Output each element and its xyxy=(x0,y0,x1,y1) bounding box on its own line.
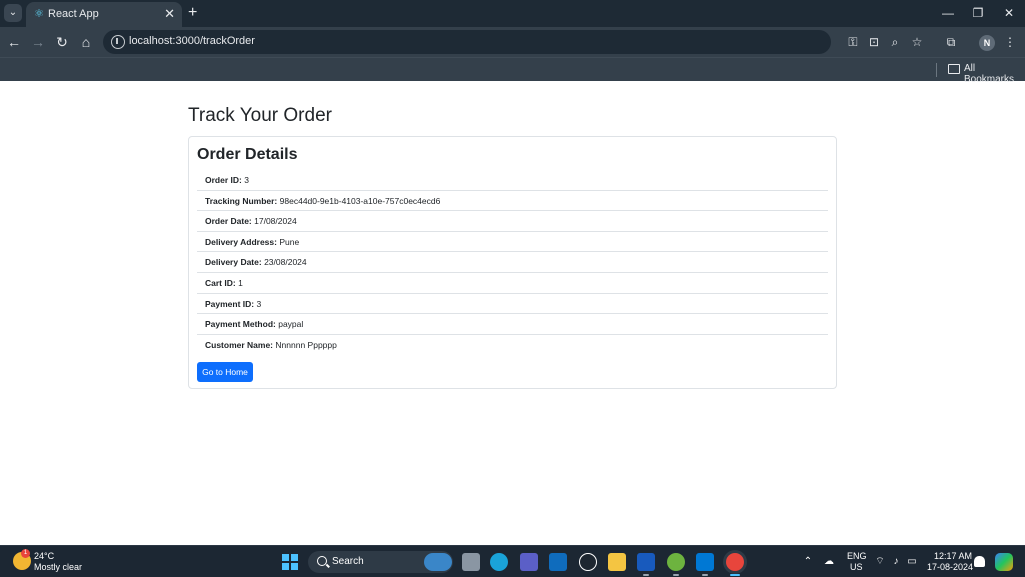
bookmarks-bar: All Bookmarks xyxy=(0,57,1025,85)
language-indicator[interactable]: ENG xyxy=(847,551,867,561)
microsoft-store-icon[interactable] xyxy=(549,553,567,571)
weather-description[interactable]: Mostly clear xyxy=(34,562,82,572)
chrome-icon[interactable] xyxy=(726,553,744,571)
detail-row-order-date: Order Date: 17/08/2024 xyxy=(197,211,828,232)
spring-running-indicator xyxy=(673,574,679,576)
tab-react-app[interactable]: ⚛ React App ✕ xyxy=(26,2,182,27)
minimize-icon[interactable]: — xyxy=(938,5,958,21)
detail-label: Tracking Number: xyxy=(205,195,278,206)
copilot-widget-icon[interactable] xyxy=(424,553,452,571)
bookmarks-divider xyxy=(936,63,937,77)
site-info-icon[interactable] xyxy=(111,35,125,49)
search-icon xyxy=(317,556,327,566)
detail-value: Pune xyxy=(279,236,300,247)
password-key-icon[interactable]: ⚿ xyxy=(845,34,861,50)
detail-value: 23/08/2024 xyxy=(264,257,307,268)
extensions-icon[interactable]: ⧉ xyxy=(943,34,959,50)
zoom-icon[interactable]: ⌕ xyxy=(887,34,903,50)
detail-value: 3 xyxy=(256,298,262,309)
home-icon[interactable]: ⌂ xyxy=(77,33,95,51)
clock-date[interactable]: 17-08-2024 xyxy=(927,562,973,572)
detail-value: Nnnnnn Pppppp xyxy=(275,339,337,350)
detail-value: paypal xyxy=(278,319,304,330)
volume-icon[interactable]: ♪ xyxy=(889,555,903,569)
reload-icon[interactable]: ↻ xyxy=(53,33,71,51)
tab-strip: ⌄ ⚛ React App ✕ + — ❐ ✕ xyxy=(0,0,1025,27)
all-bookmarks-button[interactable]: All Bookmarks xyxy=(964,63,1025,85)
copilot-icon[interactable] xyxy=(995,553,1013,571)
word-running-indicator xyxy=(643,574,649,576)
detail-value: 1 xyxy=(238,277,243,288)
profile-avatar[interactable]: N xyxy=(979,35,995,51)
detail-label: Payment Method: xyxy=(205,319,276,330)
detail-row-payment-method: Payment Method: paypal xyxy=(197,314,828,335)
detail-label: Order ID: xyxy=(205,175,242,185)
folder-icon xyxy=(948,64,960,74)
card-title: Order Details xyxy=(197,146,298,163)
windows-start-icon[interactable] xyxy=(282,554,298,570)
detail-label: Order Date: xyxy=(205,216,252,227)
taskbar: 1 24°C Mostly clear Search ⌃ ☁ ENG US ⌔ … xyxy=(0,545,1025,577)
close-window-icon[interactable]: ✕ xyxy=(999,5,1019,21)
word-icon[interactable] xyxy=(637,553,655,571)
forward-icon[interactable]: → xyxy=(29,33,47,51)
bookmark-star-icon[interactable]: ☆ xyxy=(909,34,925,50)
url-text[interactable]: localhost:3000/trackOrder xyxy=(129,35,255,47)
detail-row-customer-name: Customer Name: Nnnnnn Pppppp xyxy=(197,335,828,356)
detail-label: Payment ID: xyxy=(205,298,255,309)
browser-toolbar: ← → ↻ ⌂ localhost:3000/trackOrder ⚿ ⊡ ⌕ … xyxy=(0,27,1025,57)
detail-value: 98ec44d0-9e1b-4103-a10e-757c0ec4ecd6 xyxy=(279,195,441,206)
back-icon[interactable]: ← xyxy=(5,33,23,51)
page-title: Track Your Order xyxy=(188,105,332,126)
install-app-icon[interactable]: ⊡ xyxy=(866,34,882,50)
detail-value: 17/08/2024 xyxy=(254,216,297,227)
detail-row-cart-id: Cart ID: 1 xyxy=(197,273,828,294)
task-view-icon[interactable] xyxy=(462,553,480,571)
order-details-list: Order ID: 3 Tracking Number: 98ec44d0-9e… xyxy=(197,170,828,355)
vscode-running-indicator xyxy=(702,574,708,576)
detail-label: Delivery Address: xyxy=(205,236,277,247)
vscode-icon[interactable] xyxy=(696,553,714,571)
detail-row-order-id: Order ID: 3 xyxy=(197,170,828,191)
detail-value: 3 xyxy=(244,175,249,185)
teams-icon[interactable] xyxy=(520,553,538,571)
onedrive-cloud-icon[interactable]: ☁ xyxy=(822,555,836,569)
notification-bell-icon[interactable] xyxy=(974,556,985,567)
wifi-icon[interactable]: ⌔ xyxy=(873,555,887,569)
react-favicon-icon: ⚛ xyxy=(34,8,44,20)
menu-kebab-icon[interactable]: ⋮ xyxy=(1002,34,1018,50)
new-tab-icon[interactable]: + xyxy=(188,4,197,22)
tab-title: React App xyxy=(48,8,99,20)
weather-badge: 1 xyxy=(21,549,30,558)
detail-row-tracking-number: Tracking Number: 98ec44d0-9e1b-4103-a10e… xyxy=(197,191,828,212)
order-details-card: Order Details Order ID: 3 Tracking Numbe… xyxy=(188,136,837,389)
battery-icon[interactable]: ▭ xyxy=(905,555,919,569)
clock-time[interactable]: 12:17 AM xyxy=(934,551,972,561)
spring-tool-icon[interactable] xyxy=(667,553,685,571)
chevron-up-icon[interactable]: ⌃ xyxy=(801,555,815,569)
detail-label: Cart ID: xyxy=(205,277,236,288)
restore-icon[interactable]: ❐ xyxy=(968,5,988,21)
detail-row-delivery-address: Delivery Address: Pune xyxy=(197,232,828,253)
file-explorer-icon[interactable] xyxy=(608,553,626,571)
search-label: Search xyxy=(332,556,364,567)
keyboard-layout-indicator[interactable]: US xyxy=(850,562,863,572)
dell-icon[interactable] xyxy=(579,553,597,571)
detail-label: Delivery Date: xyxy=(205,257,262,268)
chrome-active-indicator xyxy=(730,574,740,576)
go-to-home-button[interactable]: Go to Home xyxy=(197,362,253,382)
detail-row-delivery-date: Delivery Date: 23/08/2024 xyxy=(197,252,828,273)
weather-temperature[interactable]: 24°C xyxy=(34,551,54,561)
address-bar[interactable]: localhost:3000/trackOrder xyxy=(103,30,831,54)
tab-search-dropdown-icon[interactable]: ⌄ xyxy=(4,4,22,22)
tab-close-icon[interactable]: ✕ xyxy=(164,6,175,21)
detail-row-payment-id: Payment ID: 3 xyxy=(197,294,828,315)
detail-label: Customer Name: xyxy=(205,339,274,350)
edge-browser-icon[interactable] xyxy=(490,553,508,571)
